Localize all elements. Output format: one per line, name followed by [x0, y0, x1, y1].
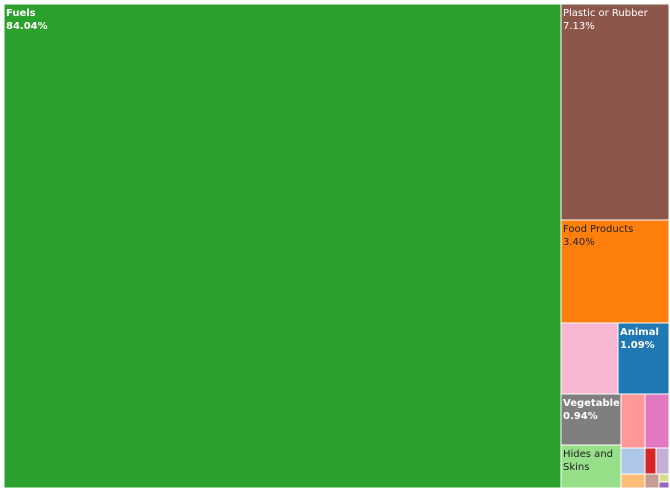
treemap-tile-tile-10 [620, 447, 646, 475]
treemap-tile-tile-15 [658, 473, 670, 483]
tile-value-label: 3.40% [563, 237, 595, 248]
treemap-tile-tile-9 [644, 393, 670, 449]
treemap-rect-tile-13 [620, 473, 646, 489]
treemap-rect-tile-9 [644, 393, 670, 449]
tile-category-label: Skins [563, 462, 589, 473]
tile-category-label: Hides and [563, 449, 613, 460]
treemap-rect-plastic-or-rubber [560, 3, 670, 221]
tile-value-label: 84.04% [6, 21, 48, 32]
treemap-tile-tile-16 [658, 481, 670, 489]
tile-category-label: Animal [620, 327, 659, 338]
tile-category-label: Vegetable [563, 398, 620, 409]
treemap-rect-tile-4 [560, 322, 619, 395]
treemap-tile-plastic-or-rubber: Plastic or Rubber 7.13% [560, 3, 670, 221]
treemap-rect-tile-14 [644, 473, 660, 489]
tile-category-label: Plastic or Rubber [563, 8, 649, 19]
tile-value-label: 1.09% [620, 340, 655, 351]
treemap-rect-tile-11 [644, 447, 657, 475]
treemap-rect-tile-8 [620, 393, 646, 449]
treemap-tile-hides-and-skins: Hides and Skins [560, 444, 622, 489]
treemap-tile-tile-12 [655, 447, 670, 475]
treemap-rect-tile-10 [620, 447, 646, 475]
tile-value-label: 0.94% [563, 411, 598, 422]
treemap-rect-tile-16 [658, 481, 670, 489]
treemap-chart: Fuels 84.04% Plastic or Rubber 7.13% Food Pr… [3, 3, 670, 489]
treemap-rect-tile-15 [658, 473, 670, 483]
treemap-tile-tile-11 [644, 447, 657, 475]
treemap-tile-tile-14 [644, 473, 660, 489]
treemap-tile-tile-4 [560, 322, 619, 395]
tile-category-label: Food Products [563, 224, 633, 235]
treemap-tile-animal: Animal 1.09% [617, 322, 670, 395]
treemap-tile-tile-8 [620, 393, 646, 449]
tile-value-label: 7.13% [563, 21, 595, 32]
treemap-tile-fuels: Fuels 84.04% [3, 3, 562, 489]
treemap-tile-vegetable: Vegetable 0.94% [560, 393, 622, 446]
treemap-rect-food-products [560, 219, 670, 324]
tile-category-label: Fuels [6, 8, 36, 19]
treemap-rect-fuels [3, 3, 562, 489]
treemap-tile-food-products: Food Products 3.40% [560, 219, 670, 324]
treemap-rect-tile-12 [655, 447, 670, 475]
treemap-tile-tile-13 [620, 473, 646, 489]
